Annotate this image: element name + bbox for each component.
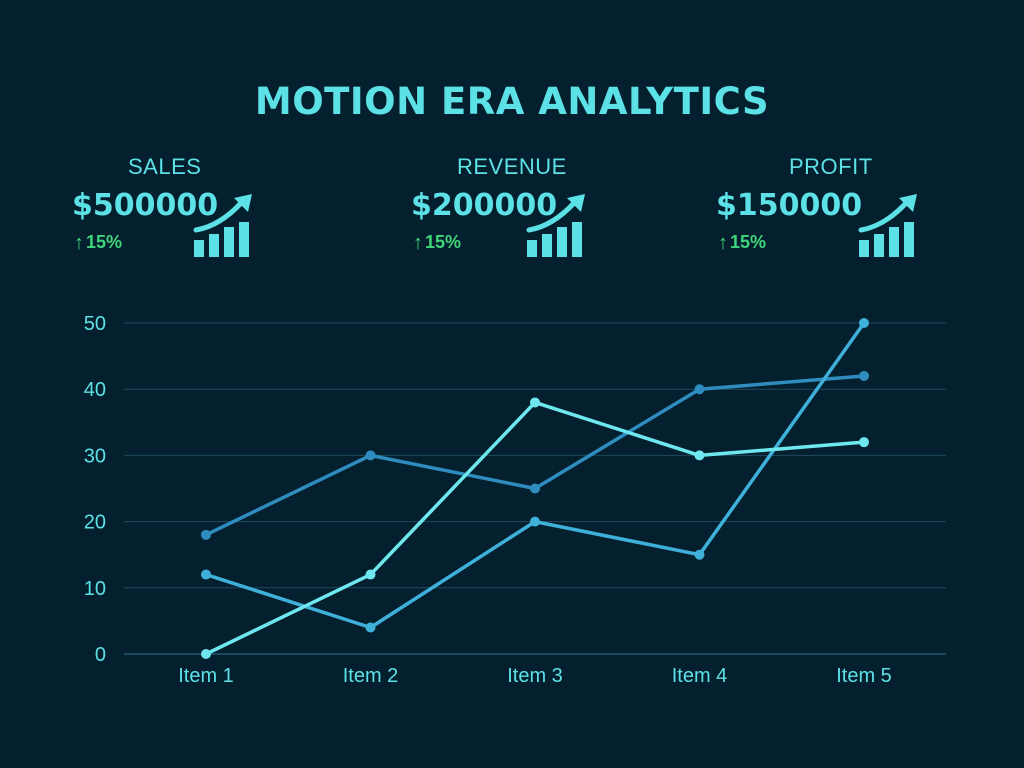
data-point [530,483,540,494]
x-tick-label: Item 4 [672,665,728,687]
data-point [530,516,540,527]
x-tick-label: Item 1 [178,665,234,687]
y-tick-label: 0 [95,644,106,666]
series-line-3 [204,400,866,656]
data-point [694,549,705,560]
data-point [201,569,211,580]
series-line-2 [204,321,866,630]
data-point [859,437,869,448]
data-point [365,450,376,461]
y-tick-label: 10 [84,578,106,600]
data-point [201,649,211,659]
data-point [859,318,869,328]
data-point [859,370,869,381]
x-tick-label: Item 3 [507,665,563,687]
data-point [365,622,376,633]
data-point [694,384,705,395]
line-chart: 0 10 20 30 40 50 Item 1 Item 2 Item 3 Item 4 Item … [84,313,946,687]
data-point [201,529,211,540]
data-point [530,397,540,408]
x-tick-label: Item 5 [836,665,892,687]
y-tick-label: 20 [84,512,106,534]
y-tick-label: 40 [84,379,106,401]
data-point [365,569,376,580]
y-tick-label: 30 [84,445,106,467]
data-point [694,450,705,461]
x-tick-label: Item 2 [343,665,399,687]
y-tick-label: 50 [84,313,106,335]
